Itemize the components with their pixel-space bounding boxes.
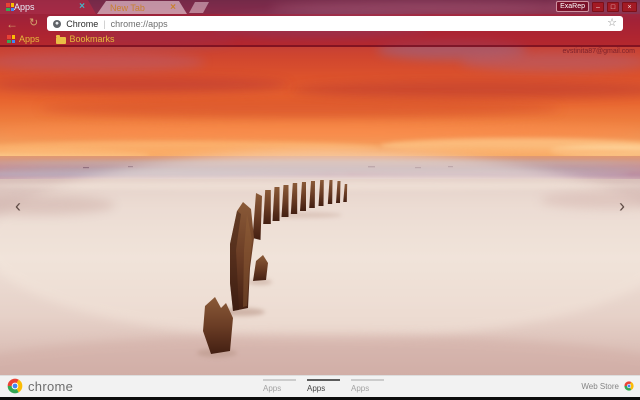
theme-background-image (0, 0, 640, 375)
folder-icon (55, 34, 66, 44)
tab-apps-label: Apps (14, 2, 35, 12)
page-section-apps-1[interactable]: Apps (263, 379, 296, 393)
tab-apps[interactable]: Apps × (0, 0, 96, 14)
minimize-button[interactable]: – (592, 1, 604, 12)
chrome-brand: chrome (7, 378, 73, 394)
tab-new-tab-label: New Tab (110, 2, 145, 13)
chrome-logo-text: chrome (28, 378, 74, 394)
bookmarks-bar: Apps Bookmarks (0, 33, 640, 47)
chrome-logo-icon (7, 378, 23, 394)
apps-grid-favicon (6, 3, 14, 11)
omnibox-separator: | (103, 18, 106, 29)
page-indicator-line (307, 379, 340, 381)
bookmark-folder-label: Bookmarks (69, 34, 115, 44)
tab-close-icon[interactable]: × (170, 2, 176, 14)
omnibox-site-label: Chrome (66, 18, 99, 29)
web-store-label: Web Store (581, 381, 619, 391)
bookmark-apps[interactable]: Apps (7, 34, 40, 44)
tab-close-icon[interactable]: × (79, 1, 85, 13)
carousel-prev-icon[interactable]: ‹ (15, 197, 21, 215)
bookmark-folder[interactable]: Bookmarks (55, 34, 115, 44)
chrome-page-icon (53, 19, 62, 28)
apps-grid-icon (7, 35, 15, 43)
omnibox[interactable]: Chrome | chrome://apps ☆ (47, 16, 623, 31)
maximize-button[interactable]: □ (607, 1, 619, 12)
omnibox-url[interactable]: chrome://apps (111, 19, 168, 29)
refresh-icon[interactable]: ↻ (29, 18, 38, 29)
web-store-icon (624, 381, 634, 391)
theme-badge: ExaRep (556, 1, 589, 12)
tab-strip (0, 0, 640, 14)
back-icon[interactable]: ← (6, 18, 18, 30)
carousel-next-icon[interactable]: › (619, 197, 625, 215)
toolbar: ← ↻ Chrome | chrome://apps ☆ (0, 14, 640, 33)
window-controls: ExaRep – □ × (556, 1, 637, 12)
bookmark-star-icon[interactable]: ☆ (607, 18, 617, 29)
page-section-apps-2[interactable]: Apps (307, 379, 340, 393)
page-indicator-line (263, 379, 296, 381)
web-store-link[interactable]: Web Store (581, 381, 634, 391)
close-button[interactable]: × (622, 1, 637, 12)
browser-window: Apps × New Tab × ExaRep – □ × ← ↻ Chrome… (0, 0, 640, 400)
apps-pagination: Apps Apps Apps (263, 379, 384, 393)
bookmark-apps-label: Apps (19, 34, 40, 44)
ntp-footer: chrome Apps Apps Apps Web Store (0, 375, 640, 397)
page-indicator-line (351, 379, 384, 381)
watermark-email: evstinita87@gmail.com (562, 48, 635, 55)
page-section-apps-3[interactable]: Apps (351, 379, 384, 393)
tab-new-tab[interactable]: New Tab × (97, 1, 187, 14)
